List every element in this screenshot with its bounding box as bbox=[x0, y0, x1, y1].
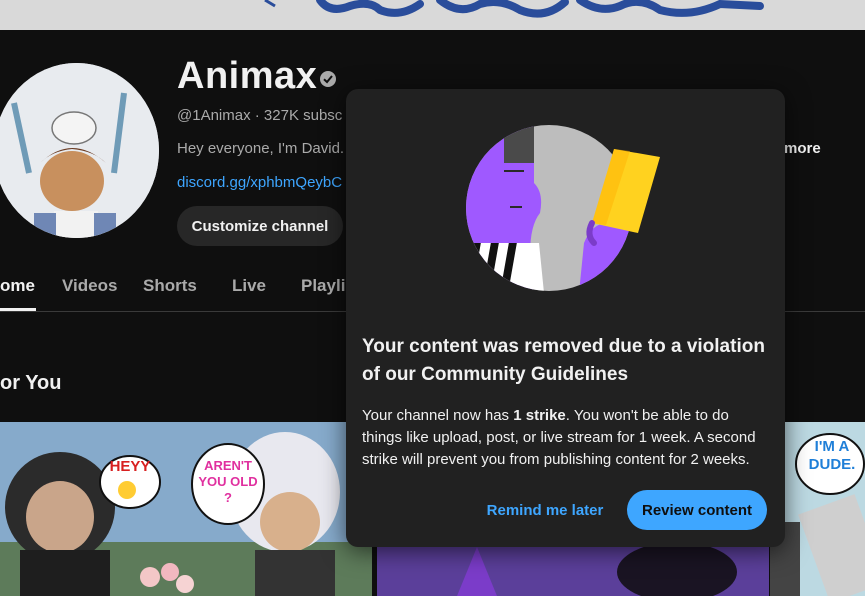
thumbnail-bubble-text: HEYY bbox=[109, 458, 151, 475]
remind-me-later-button[interactable]: Remind me later bbox=[474, 490, 616, 530]
channel-description[interactable]: Hey everyone, I'm David. bbox=[177, 140, 344, 157]
thumbnail-bubble-text: AREN'T YOU OLD ? bbox=[198, 458, 258, 505]
dialog-body-prefix: Your channel now has bbox=[362, 407, 514, 424]
review-content-button[interactable]: Review content bbox=[627, 490, 767, 530]
section-title-for-you: or You bbox=[0, 372, 62, 394]
tab-live[interactable]: Live bbox=[232, 276, 266, 296]
channel-avatar[interactable] bbox=[0, 63, 159, 238]
verified-badge-icon bbox=[320, 71, 336, 87]
tab-playlists[interactable]: Playli bbox=[301, 276, 345, 296]
description-more-link[interactable]: more bbox=[784, 140, 821, 157]
dialog-body: Your channel now has 1 strike. You won't… bbox=[362, 405, 772, 471]
dialog-title: Your content was removed due to a violat… bbox=[362, 336, 765, 385]
tab-shorts[interactable]: Shorts bbox=[143, 276, 197, 296]
thumbnail-art bbox=[0, 422, 372, 596]
channel-name: Animax bbox=[177, 55, 318, 97]
strike-illustration bbox=[464, 123, 666, 293]
channel-external-link[interactable]: discord.gg/xphbmQeybC bbox=[177, 174, 342, 191]
channel-handle-stats: @1Animax · 327K subsc bbox=[177, 107, 343, 124]
customize-channel-button[interactable]: Customize channel bbox=[177, 206, 343, 246]
thumbnail-bubble-text: I'M A DUDE. bbox=[808, 438, 856, 473]
community-guidelines-strike-dialog: Your content was removed due to a violat… bbox=[346, 89, 785, 547]
avatar-art bbox=[0, 63, 159, 238]
video-thumbnail[interactable]: HEYY AREN'T YOU OLD ? bbox=[0, 422, 372, 596]
dialog-body-strike-count: 1 strike bbox=[513, 407, 566, 424]
tab-home[interactable]: ome bbox=[0, 276, 35, 296]
tab-videos[interactable]: Videos bbox=[62, 276, 117, 296]
banner-art bbox=[264, 0, 764, 18]
channel-banner bbox=[0, 0, 865, 30]
